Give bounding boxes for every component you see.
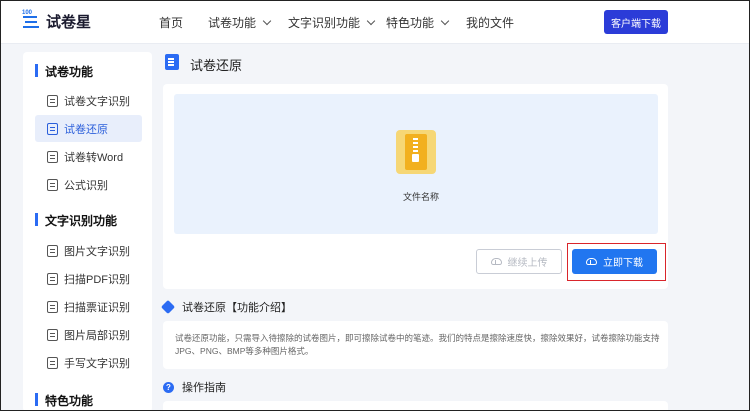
- image-icon: [47, 244, 58, 257]
- scan-icon: [47, 300, 58, 313]
- cloud-download-icon: [586, 258, 597, 265]
- sidebar-item-handwriting-ocr[interactable]: 手写文字识别: [35, 349, 142, 376]
- sidebar-item-exam-ocr[interactable]: 试卷文字识别: [35, 87, 142, 114]
- info-icon: [160, 299, 176, 315]
- sidebar-item-exam-to-word[interactable]: 试卷转Word: [35, 143, 142, 170]
- pen-icon: [47, 356, 58, 369]
- nav-special-features[interactable]: 特色功能: [386, 14, 450, 31]
- document-icon: [47, 150, 58, 163]
- sidebar-item-partial-ocr[interactable]: 图片局部识别: [35, 321, 142, 348]
- sidebar-item-image-ocr[interactable]: 图片文字识别: [35, 237, 142, 264]
- chevron-down-icon: [366, 16, 376, 25]
- exam-restore-icon: [165, 54, 179, 70]
- nav-exam-features[interactable]: 试卷功能: [208, 14, 272, 31]
- nav-home[interactable]: 首页: [159, 14, 183, 31]
- download-now-button[interactable]: 立即下载: [572, 249, 657, 274]
- image-icon: [47, 328, 58, 341]
- chevron-down-icon: [440, 16, 450, 25]
- nav-ocr-features[interactable]: 文字识别功能: [288, 14, 376, 31]
- top-header: 100 试卷星 首页 试卷功能 文字识别功能 特色功能 我的文件 客户端下载: [0, 0, 750, 44]
- guide-card: [163, 401, 668, 411]
- nav-my-files[interactable]: 我的文件: [466, 14, 514, 31]
- brand-name: 试卷星: [46, 14, 92, 31]
- intro-text: 试卷还原功能，只需导入待擦除的试卷图片，即可擦除试卷中的笔迹。我们的特点是擦除速…: [175, 333, 660, 356]
- page-title: 试卷还原: [190, 58, 243, 73]
- brand-logo[interactable]: 100 试卷星: [22, 10, 92, 32]
- sidebar-item-ticket-ocr[interactable]: 扫描票证识别: [35, 293, 142, 320]
- document-icon: [47, 122, 58, 135]
- cloud-upload-icon: [490, 258, 502, 265]
- sidebar-section-title: 特色功能: [23, 392, 93, 409]
- file-name: 文件名称: [402, 192, 439, 202]
- document-icon: [47, 94, 58, 107]
- scan-icon: [47, 272, 58, 285]
- sidebar-item-pdf-ocr[interactable]: 扫描PDF识别: [35, 265, 142, 292]
- zip-file-icon: [396, 130, 436, 174]
- sidebar: 试卷功能 试卷文字识别 试卷还原 试卷转Word 公式识别 文字识别功能 图片文…: [23, 52, 152, 411]
- chevron-down-icon: [262, 16, 272, 25]
- brand-logo-icon: 100: [22, 10, 42, 32]
- continue-upload-button[interactable]: 继续上传: [476, 249, 562, 274]
- sidebar-item-exam-restore[interactable]: 试卷还原: [35, 115, 142, 142]
- question-icon: ?: [163, 381, 174, 393]
- intro-heading: 试卷还原【功能介绍】: [160, 299, 292, 315]
- sidebar-section-title: 试卷功能: [23, 63, 93, 80]
- sidebar-section-title: 文字识别功能: [23, 212, 117, 229]
- sidebar-item-formula-ocr[interactable]: 公式识别: [35, 171, 142, 198]
- guide-heading: ? 操作指南: [163, 379, 226, 395]
- document-icon: [47, 178, 58, 191]
- client-download-button[interactable]: 客户端下载: [604, 10, 668, 34]
